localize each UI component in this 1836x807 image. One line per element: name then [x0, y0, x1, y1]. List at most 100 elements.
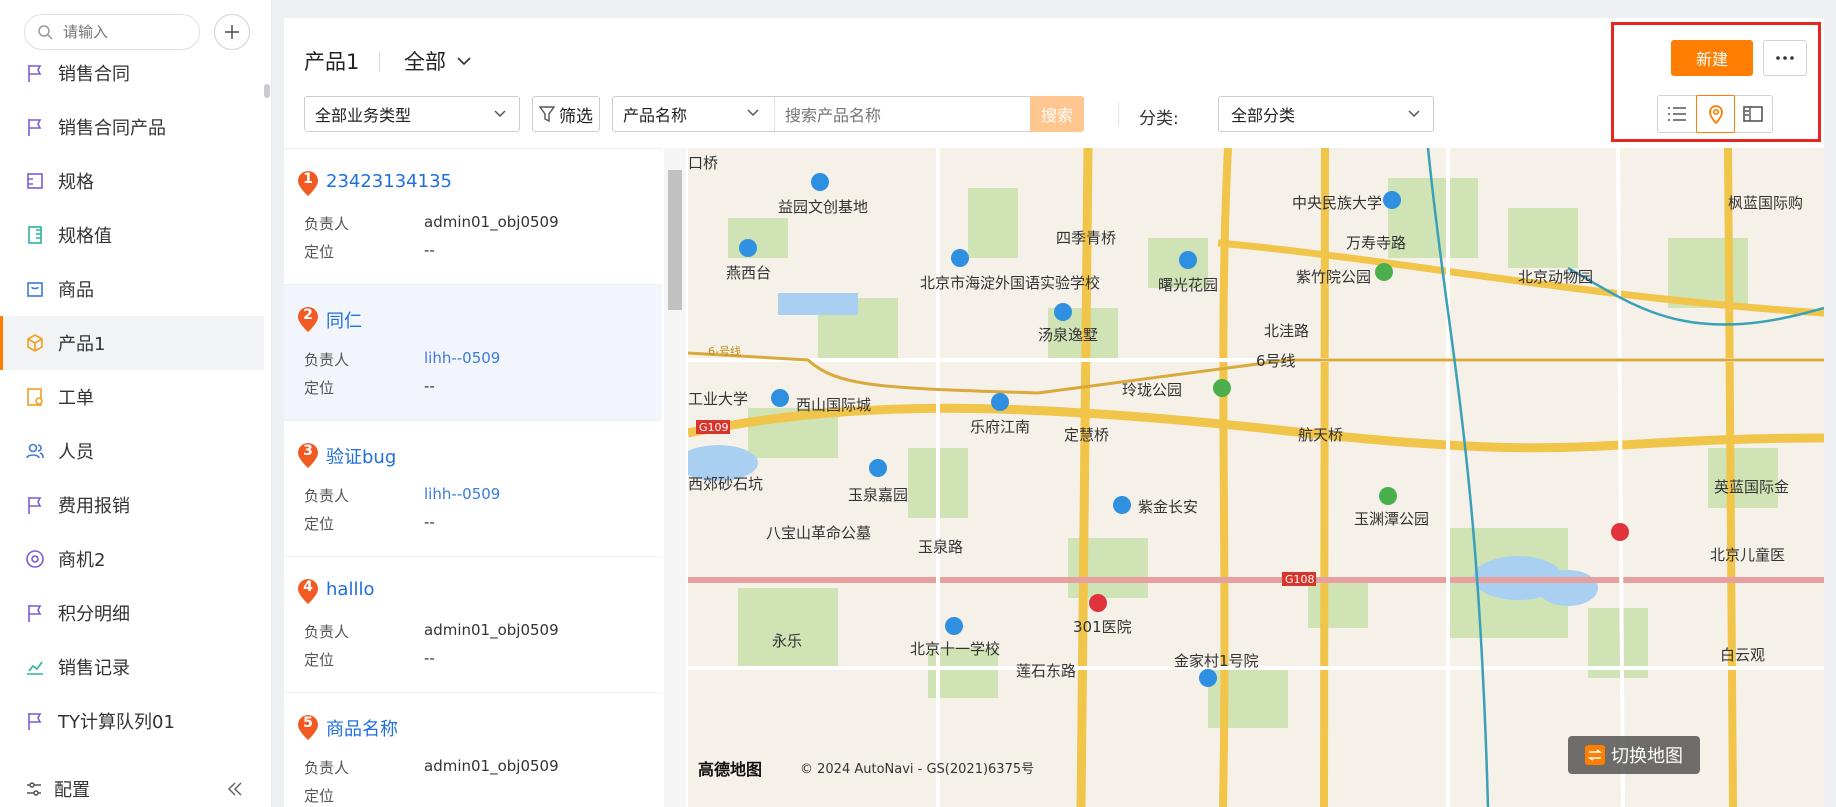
sliders-icon: [27, 781, 41, 796]
record-name-link[interactable]: 验证bug: [326, 443, 396, 469]
map-park-markers: [1213, 263, 1397, 505]
sidebar-item-sales-contract[interactable]: 销售合同: [0, 46, 264, 100]
map-place-labels: 口桥 益园文创基地 燕西台 北京市海淀外国语实验学校 四季青桥 曙光花园 中央民…: [688, 154, 1803, 680]
record-name-link[interactable]: 23423134135: [326, 171, 452, 192]
chevron-down-icon: [457, 57, 471, 66]
location-value: --: [424, 513, 435, 531]
list-scrollbar[interactable]: [664, 148, 686, 807]
business-type-select[interactable]: 全部业务类型: [304, 96, 520, 132]
map-label: 北京儿童医: [1710, 546, 1785, 564]
owner-label: 负责人: [304, 623, 350, 641]
shop-icon: [27, 282, 43, 297]
list-item[interactable]: 3 验证bug 负责人 lihh--0509 定位 --: [284, 421, 662, 557]
map-label: 北洼路: [1264, 322, 1309, 340]
title-divider: [379, 52, 380, 72]
map-label: 西郊砂石坑: [688, 475, 763, 493]
collapse-icon[interactable]: [226, 781, 244, 797]
location-label: 定位: [304, 515, 335, 533]
search-input[interactable]: [785, 104, 975, 126]
sidebar-item-label: TY计算队列01: [58, 712, 175, 733]
map-label: 玉泉嘉园: [848, 486, 908, 504]
map-logo: 高德地图: [698, 760, 763, 779]
owner-label: 负责人: [304, 351, 350, 369]
map-label: 西山国际城: [796, 396, 871, 414]
list-scrollbar-thumb[interactable]: [668, 170, 682, 310]
map-label: 紫竹院公园: [1296, 268, 1371, 286]
map-canvas[interactable]: 口桥 益园文创基地 燕西台 北京市海淀外国语实验学校 四季青桥 曙光花园 中央民…: [688, 148, 1824, 807]
map-label: 301医院: [1073, 618, 1132, 636]
flag-icon: [28, 65, 42, 82]
category-select[interactable]: 全部分类: [1218, 96, 1434, 132]
flag-icon: [28, 605, 42, 622]
sidebar-item-label: 商品: [58, 280, 94, 301]
sidebar-item-opportunity2[interactable]: 商机2: [0, 532, 264, 586]
highlight-annotation: [1611, 22, 1821, 142]
sidebar-item-work-order[interactable]: 工单: [0, 370, 264, 424]
sidebar-scrollbar[interactable]: [264, 84, 270, 98]
map-label: 乐府江南: [970, 418, 1030, 436]
users-icon: [26, 443, 44, 459]
marker-number: 3: [303, 443, 313, 459]
location-label: 定位: [304, 243, 335, 261]
filter-button-label: 筛选: [559, 106, 593, 127]
search-field-value: 产品名称: [623, 106, 688, 125]
sidebar-config[interactable]: 配置: [0, 770, 264, 807]
flag-icon: [28, 497, 42, 514]
map-label: 金家村1号院: [1174, 652, 1259, 670]
map-label: 永乐: [772, 632, 802, 650]
map-label: 北京十一学校: [910, 640, 1000, 658]
chevron-down-icon: [494, 110, 506, 118]
sidebar-item-label: 销售合同产品: [58, 118, 166, 139]
sidebar-search-input[interactable]: [63, 21, 191, 43]
search-field-select[interactable]: 产品名称: [613, 97, 775, 131]
app-root: 销售合同 销售合同产品 规格 规格值 商品 产品1: [0, 0, 1836, 807]
sidebar-item-label: 规格: [58, 172, 94, 193]
map-label: 曙光花园: [1158, 276, 1218, 294]
chevron-down-icon: [1408, 110, 1420, 118]
sidebar-item-personnel[interactable]: 人员: [0, 424, 264, 478]
owner-value: admin01_obj0509: [424, 621, 559, 639]
filter-button[interactable]: 筛选: [532, 96, 600, 132]
map-label: 定慧桥: [1064, 426, 1109, 444]
switch-map-button[interactable]: 切换地图: [1568, 736, 1700, 774]
sidebar-item-goods[interactable]: 商品: [0, 262, 264, 316]
owner-value: admin01_obj0509: [424, 757, 559, 775]
map-label: 八宝山革命公墓: [766, 524, 871, 542]
sidebar-item-product1[interactable]: 产品1: [0, 316, 264, 370]
sidebar-item-label: 销售合同: [58, 64, 130, 85]
sidebar-item-sales-record[interactable]: 销售记录: [0, 640, 264, 694]
record-name-link[interactable]: halllo: [326, 579, 374, 600]
marker-number: 1: [303, 171, 313, 187]
ticket-icon: [27, 388, 43, 406]
map-label: 四季青桥: [1056, 229, 1116, 247]
sidebar-item-sales-contract-product[interactable]: 销售合同产品: [0, 100, 264, 154]
cube-icon: [27, 334, 43, 352]
spec-icon: [27, 173, 43, 189]
sidebar-item-expense[interactable]: 费用报销: [0, 478, 264, 532]
sidebar-search[interactable]: [24, 14, 200, 50]
list-item[interactable]: 2 同仁 负责人 lihh--0509 定位 --: [284, 285, 662, 421]
add-menu-button[interactable]: [214, 14, 250, 50]
map-label: 北京市海淀外国语实验学校: [920, 274, 1100, 292]
owner-value[interactable]: lihh--0509: [424, 485, 500, 503]
list-item[interactable]: 4 halllo 负责人 admin01_obj0509 定位 --: [284, 557, 662, 693]
config-label: 配置: [54, 779, 90, 801]
sidebar-item-ty-queue[interactable]: TY计算队列01: [0, 694, 264, 748]
sidebar-item-spec[interactable]: 规格: [0, 154, 264, 208]
sidebar-item-label: 产品1: [58, 334, 106, 355]
map-label: 6-号线: [708, 344, 741, 358]
record-name-link[interactable]: 商品名称: [326, 715, 398, 741]
record-name-link[interactable]: 同仁: [326, 307, 362, 333]
list-item[interactable]: 5 商品名称 负责人 admin01_obj0509 定位: [284, 693, 662, 807]
owner-value[interactable]: lihh--0509: [424, 349, 500, 367]
funnel-icon: [539, 106, 555, 123]
view-filter-dropdown[interactable]: 全部: [404, 46, 472, 76]
page-title: 产品1: [304, 50, 360, 74]
list-item[interactable]: 1 23423134135 负责人 admin01_obj0509 定位 --: [284, 149, 662, 285]
sidebar-item-points[interactable]: 积分明细: [0, 586, 264, 640]
switch-map-label: 切换地图: [1611, 746, 1683, 767]
sidebar-item-spec-value[interactable]: 规格值: [0, 208, 264, 262]
location-value: --: [424, 377, 435, 395]
search-button[interactable]: 搜索: [1030, 96, 1084, 132]
search-icon: [38, 25, 53, 40]
